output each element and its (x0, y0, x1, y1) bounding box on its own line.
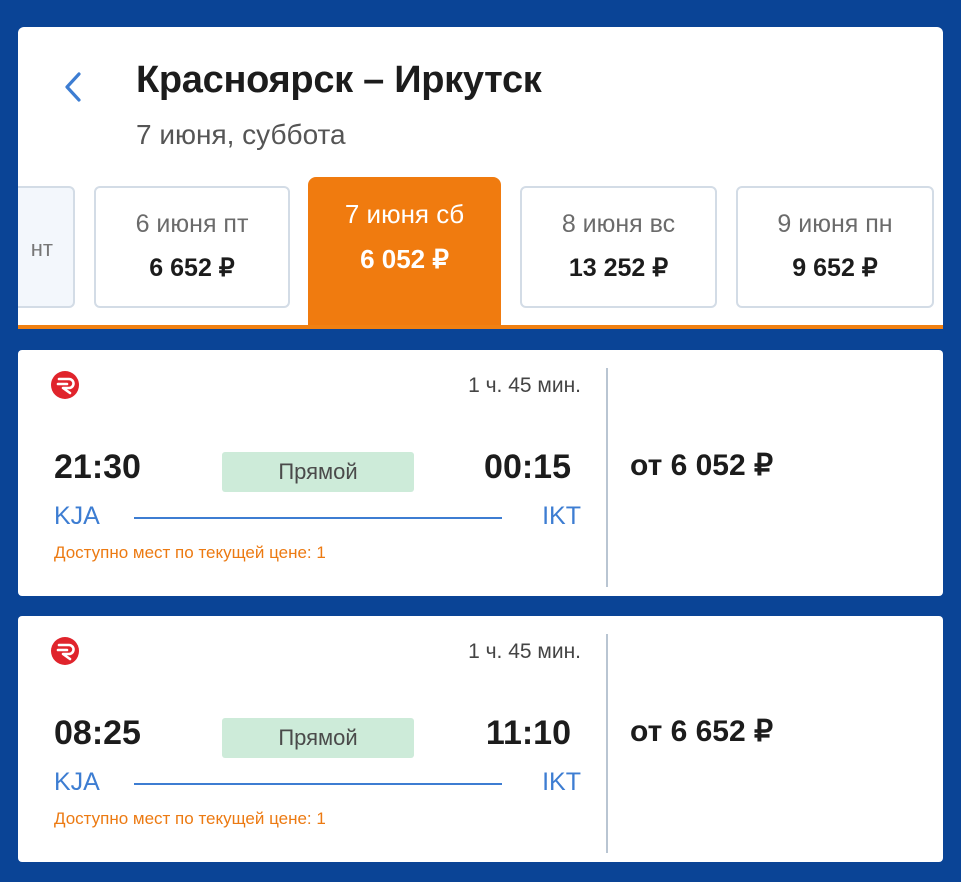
card-divider (606, 634, 608, 853)
date-tab-price: 6 652 ₽ (149, 254, 235, 282)
date-tab-label: нт (30, 236, 53, 261)
page-subtitle: 7 июня, суббота (136, 119, 346, 150)
flight-duration: 1 ч. 45 мин. (468, 374, 581, 397)
date-tab-label: 9 июня пн (777, 210, 893, 238)
direct-badge: Прямой (222, 718, 414, 758)
flight-card[interactable]: 1 ч. 45 мин. 21:30 Прямой 00:15 KJA IKT … (18, 350, 943, 596)
page-title: Красноярск – Иркутск (136, 59, 542, 101)
arrival-time: 00:15 (484, 448, 571, 486)
airline-logo-icon (51, 637, 79, 665)
departure-time: 21:30 (54, 448, 141, 486)
departure-time: 08:25 (54, 714, 141, 752)
flight-price: от 6 652 ₽ (630, 715, 774, 748)
seats-availability: Доступно мест по текущей цене: 1 (54, 809, 326, 828)
route-line (134, 517, 502, 519)
airline-logo-icon (51, 371, 79, 399)
seats-availability: Доступно мест по текущей цене: 1 (54, 543, 326, 562)
card-divider (606, 368, 608, 587)
flight-price: от 6 052 ₽ (630, 449, 774, 482)
back-button[interactable] (54, 67, 94, 107)
departure-airport-code: KJA (54, 768, 100, 796)
date-tab-price: 6 052 ₽ (360, 244, 449, 274)
date-strip-underline (18, 325, 943, 329)
route-line (134, 783, 502, 785)
date-tab-price: 13 252 ₽ (568, 254, 669, 282)
date-tab-label: 7 июня сб (344, 199, 465, 229)
date-tab-label: 6 июня пт (135, 210, 249, 238)
search-header: Красноярск – Иркутск 7 июня, суббота нт … (18, 27, 943, 329)
arrival-airport-code: IKT (542, 768, 581, 796)
date-tab-jun7[interactable]: 7 июня сб 6 052 ₽ (308, 177, 501, 325)
chevron-left-icon (65, 72, 81, 102)
arrival-time: 11:10 (485, 714, 571, 752)
date-tab-label: 8 июня вс (561, 210, 676, 238)
date-tab-jun9[interactable]: 9 июня пн 9 652 ₽ (736, 186, 934, 308)
flight-card[interactable]: 1 ч. 45 мин. 08:25 Прямой 11:10 KJA IKT … (18, 616, 943, 862)
date-tab-prev[interactable]: нт (18, 186, 75, 308)
date-tab-price: 9 652 ₽ (792, 254, 878, 282)
flight-duration: 1 ч. 45 мин. (468, 640, 581, 663)
date-tab-jun8[interactable]: 8 июня вс 13 252 ₽ (520, 186, 717, 308)
arrival-airport-code: IKT (542, 502, 581, 530)
date-selector: нт 6 июня пт 6 652 ₽ 7 июня сб 6 052 ₽ 8… (18, 177, 943, 329)
direct-badge: Прямой (222, 452, 414, 492)
departure-airport-code: KJA (54, 502, 100, 530)
date-tab-jun6[interactable]: 6 июня пт 6 652 ₽ (94, 186, 290, 308)
